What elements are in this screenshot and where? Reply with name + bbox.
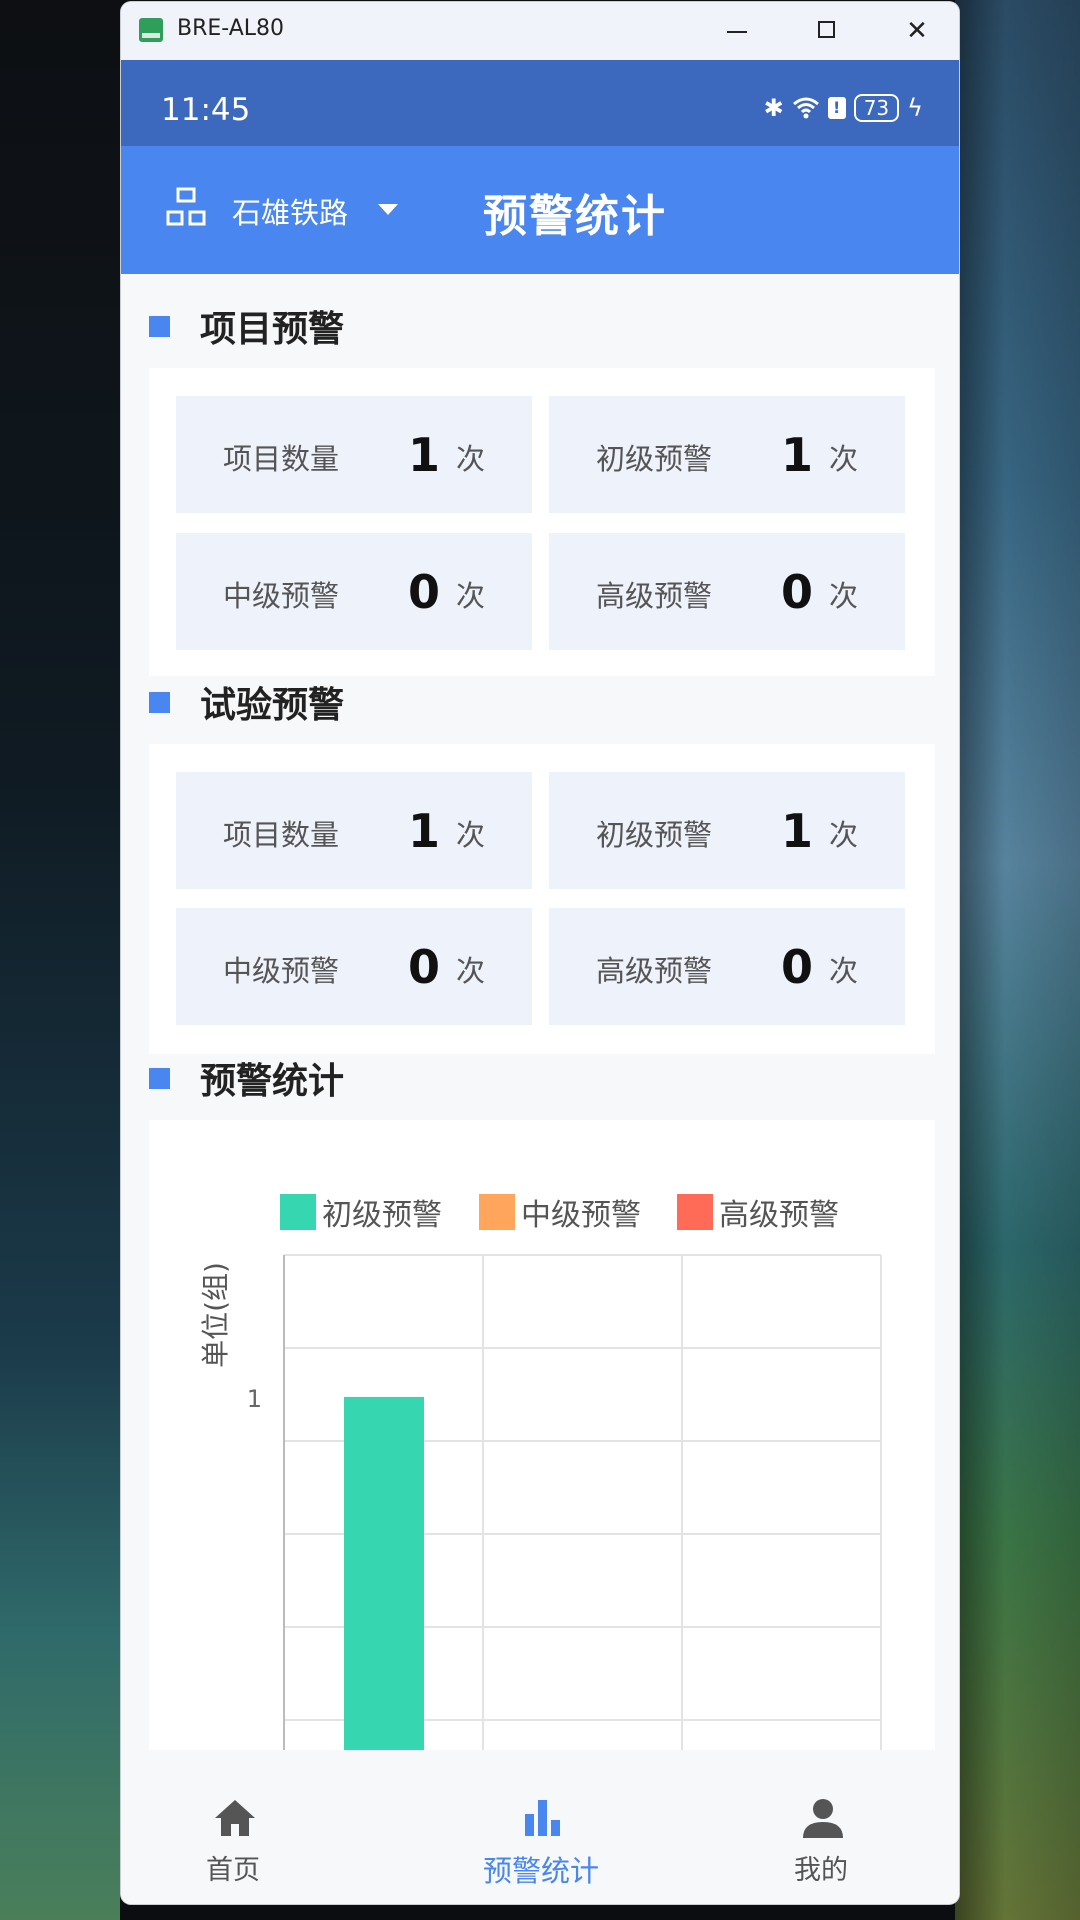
- app-window: BRE-AL80 ✕ 11:45 ✱ ! 73 ϟ 石雄铁路 预警统计 项目预警…: [121, 2, 959, 1904]
- nav-item-profile[interactable]: 我的: [721, 1750, 921, 1904]
- window-title: BRE-AL80: [177, 16, 285, 41]
- nav-label: 预警统计: [482, 1854, 599, 1888]
- desktop-background-left: [0, 0, 120, 1920]
- stat-tile: 初级预警 1 次: [549, 772, 905, 889]
- stat-value: 1: [408, 428, 441, 482]
- project-warning-card: 项目数量 1 次 初级预警 1 次 中级预警 0 次 高级预警 0 次: [149, 368, 935, 676]
- phone-status-bar: 11:45 ✱ ! 73 ϟ: [121, 60, 959, 146]
- section-title: 试验预警: [200, 685, 345, 726]
- stat-unit: 次: [829, 954, 859, 988]
- organization-icon[interactable]: [166, 186, 206, 228]
- section-marker: [149, 691, 170, 713]
- stat-label: 高级预警: [596, 579, 713, 613]
- stat-label: 中级预警: [223, 954, 340, 988]
- section-header-test: 试验预警: [149, 682, 344, 726]
- status-icons: ✱ ! 73 ϟ: [764, 94, 923, 122]
- nav-item-warning-stats[interactable]: 预警统计: [441, 1750, 641, 1904]
- stat-label: 高级预警: [596, 954, 713, 988]
- stat-value: 1: [408, 804, 441, 858]
- battery-level: 73: [853, 94, 900, 122]
- bar: [344, 1396, 424, 1750]
- test-warning-card: 项目数量 1 次 初级预警 1 次 中级预警 0 次 高级预警 0 次: [149, 744, 935, 1054]
- stat-tile: 项目数量 1 次: [176, 396, 532, 513]
- bluetooth-icon: ✱: [763, 94, 784, 122]
- stat-unit: 次: [829, 579, 859, 613]
- stat-value: 0: [781, 940, 814, 994]
- stat-unit: 次: [829, 442, 859, 476]
- stat-value: 0: [408, 565, 441, 619]
- desktop-background-right: [955, 0, 1080, 1920]
- stat-unit: 次: [456, 954, 486, 988]
- stat-tile: 中级预警 0 次: [176, 533, 532, 650]
- stat-tile: 高级预警 0 次: [549, 908, 905, 1025]
- alert-icon: !: [827, 97, 846, 119]
- y-tick-label: 1: [247, 1385, 262, 1413]
- wifi-icon: [792, 97, 819, 119]
- stat-unit: 次: [456, 442, 486, 476]
- bar-chart: 1 单位(组): [199, 1254, 882, 1750]
- stat-value: 0: [781, 565, 814, 619]
- y-axis-label: 单位(组): [199, 1262, 232, 1368]
- status-time: 11:45: [161, 92, 251, 128]
- stat-unit: 次: [456, 818, 486, 852]
- user-icon: [803, 1799, 843, 1838]
- section-title: 预警统计: [200, 1061, 345, 1102]
- page-title: 预警统计: [483, 191, 667, 242]
- stat-label: 初级预警: [596, 818, 713, 852]
- close-button[interactable]: ✕: [897, 12, 937, 50]
- home-icon: [215, 1800, 255, 1836]
- section-marker: [149, 1067, 170, 1089]
- warning-chart-card: 初级预警 中级预警 高级预警 1 单位(组): [149, 1120, 935, 1750]
- bottom-navigation: 首页 预警统计 我的: [121, 1750, 959, 1904]
- nav-label: 首页: [206, 1855, 260, 1886]
- chevron-down-icon[interactable]: [378, 204, 398, 215]
- stat-label: 项目数量: [223, 442, 340, 476]
- stat-value: 0: [408, 940, 441, 994]
- minimize-button[interactable]: [717, 12, 757, 50]
- stat-tile: 初级预警 1 次: [549, 396, 905, 513]
- app-header: 石雄铁路 预警统计: [121, 146, 959, 274]
- charging-icon: ϟ: [907, 94, 923, 122]
- nav-item-home[interactable]: 首页: [133, 1750, 333, 1904]
- nav-label: 我的: [794, 1855, 848, 1886]
- section-title: 项目预警: [200, 309, 345, 350]
- section-marker: [149, 315, 170, 337]
- window-titlebar: BRE-AL80 ✕: [121, 2, 959, 60]
- project-selector-label[interactable]: 石雄铁路: [232, 190, 348, 232]
- section-header-stats: 预警统计: [149, 1058, 344, 1102]
- section-header-project: 项目预警: [149, 306, 344, 350]
- maximize-button[interactable]: [807, 12, 847, 50]
- stat-value: 1: [781, 804, 814, 858]
- stat-label: 项目数量: [223, 818, 340, 852]
- stat-unit: 次: [829, 818, 859, 852]
- stat-label: 初级预警: [596, 442, 713, 476]
- stat-tile: 中级预警 0 次: [176, 908, 532, 1025]
- stat-unit: 次: [456, 579, 486, 613]
- stat-value: 1: [781, 428, 814, 482]
- stat-label: 中级预警: [223, 579, 340, 613]
- app-icon: [139, 18, 163, 42]
- stat-tile: 项目数量 1 次: [176, 772, 532, 889]
- stat-tile: 高级预警 0 次: [549, 533, 905, 650]
- bar-chart-icon: [525, 1800, 560, 1836]
